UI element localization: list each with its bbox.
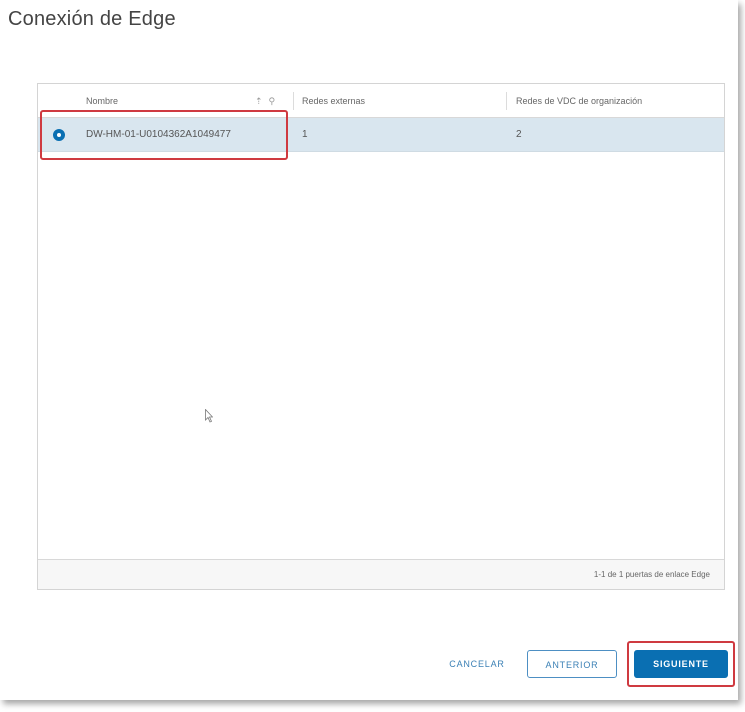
column-separator[interactable] bbox=[506, 92, 507, 110]
column-header-external-networks[interactable]: Redes externas bbox=[302, 84, 365, 118]
org-vdc-networks-count: 2 bbox=[516, 129, 522, 140]
cancel-button[interactable]: CANCELAR bbox=[434, 650, 520, 678]
column-header-org-vdc-networks[interactable]: Redes de VDC de organización bbox=[516, 84, 642, 118]
next-button-highlight bbox=[627, 641, 735, 687]
external-networks-count: 1 bbox=[302, 129, 308, 140]
table-footer: 1-1 de 1 puertas de enlace Edge bbox=[38, 559, 724, 589]
mouse-cursor-icon bbox=[205, 409, 213, 423]
dialog-title: Conexión de Edge bbox=[8, 8, 176, 30]
edge-connection-dialog: Conexión de Edge Nombre ⇡⚲ Redes externa… bbox=[0, 0, 738, 700]
pagination-text: 1-1 de 1 puertas de enlace Edge bbox=[593, 570, 710, 579]
column-separator[interactable] bbox=[293, 92, 294, 110]
previous-button[interactable]: ANTERIOR bbox=[527, 650, 617, 678]
selected-row-highlight bbox=[40, 110, 288, 160]
